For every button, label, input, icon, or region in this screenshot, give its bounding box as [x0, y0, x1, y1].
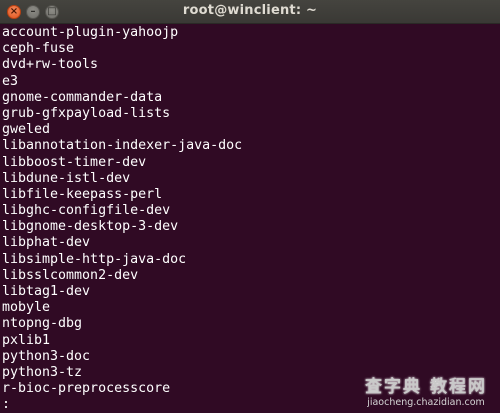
terminal-line: libsimple-http-java-doc	[2, 251, 187, 267]
terminal-window: × – □ root@winclient: ~ account-plugin-y…	[0, 0, 500, 413]
terminal-line: e3	[2, 73, 19, 89]
terminal-line: libphat-dev	[2, 235, 91, 251]
watermark: 查字典 教程网 jiaocheng.chazidian.com	[355, 377, 497, 411]
terminal-line: libdune-istl-dev	[2, 170, 131, 186]
terminal-line: libghc-configfile-dev	[2, 203, 171, 219]
terminal-line: libtag1-dev	[2, 284, 91, 299]
terminal-line: gweled	[2, 122, 51, 138]
terminal-line: mobyle	[2, 300, 51, 316]
terminal-line: libgnome-desktop-3-dev	[2, 219, 179, 235]
terminal-line: gnome-commander-data	[2, 89, 163, 105]
terminal-output[interactable]: account-plugin-yahoojp ceph-fuse dvd+rw-to…	[2, 25, 498, 413]
terminal-line: ntopng-dbg	[2, 316, 83, 332]
terminal-line: ceph-fuse	[2, 41, 75, 57]
watermark-url: jiaocheng.chazidian.com	[367, 397, 485, 408]
terminal-line: dvd+rw-tools	[2, 57, 99, 73]
window-title: root@winclient: ~	[182, 3, 318, 18]
title-bar[interactable]: × – □ root@winclient: ~	[0, 0, 500, 24]
terminal-line: libsslcommon2-dev	[2, 267, 139, 283]
terminal-line: libboost-timer-dev	[2, 154, 147, 170]
watermark-logo: 查字典 教程网	[365, 377, 487, 397]
terminal-line: pxlib1	[2, 332, 51, 348]
terminal-line: libannotation-indexer-java-doc	[2, 138, 243, 154]
terminal-line: python3-doc	[2, 348, 91, 364]
terminal-line: grub-gfxpayload-lists	[2, 105, 171, 121]
terminal-line: libfile-keepass-perl	[2, 186, 163, 202]
terminal-line: account-plugin-yahoojp	[2, 25, 179, 40]
